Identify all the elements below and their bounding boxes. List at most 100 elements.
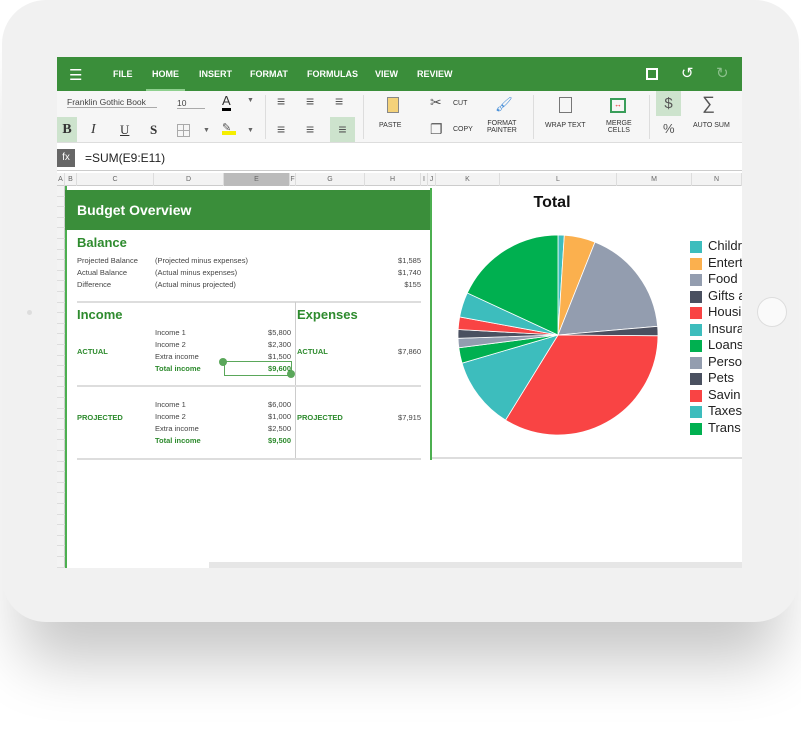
legend-label[interactable]: Pets (708, 370, 734, 385)
tab-formulas[interactable]: FORMULAS (307, 57, 358, 91)
row-header[interactable] (57, 207, 65, 218)
align-top-icon[interactable]: ≡ (277, 121, 285, 137)
wrap-text-icon[interactable] (559, 97, 572, 113)
paste-icon[interactable] (387, 97, 399, 113)
menu-icon[interactable]: ☰ (69, 66, 82, 84)
home-button[interactable] (757, 297, 787, 327)
row-header[interactable] (57, 281, 65, 292)
row-header[interactable] (57, 345, 65, 356)
column-header-d[interactable]: D (154, 173, 224, 186)
legend-label[interactable]: Taxes (708, 403, 742, 418)
align-center-icon[interactable]: ≡ (306, 93, 314, 109)
expenses-projected-value[interactable]: $7,915 (377, 413, 421, 422)
strikethrough-button[interactable]: S (150, 122, 157, 138)
merge-cells-button[interactable]: MERGE CELLS (606, 120, 632, 134)
legend-label[interactable]: Housi (708, 304, 741, 319)
column-header-k[interactable]: K (436, 173, 500, 186)
italic-button[interactable]: I (91, 122, 96, 138)
underline-button[interactable]: U (120, 122, 129, 138)
row-header[interactable] (57, 430, 65, 441)
legend-label[interactable]: Trans (708, 420, 741, 435)
row-header[interactable] (57, 387, 65, 398)
column-header-a[interactable]: A (57, 173, 65, 186)
bold-button[interactable]: B (57, 117, 77, 142)
legend-label[interactable]: Loans (708, 337, 742, 352)
legend-label[interactable]: Gifts a (708, 288, 742, 303)
legend-label[interactable]: Insura (708, 321, 742, 336)
row-header[interactable] (57, 303, 65, 314)
row-header[interactable] (57, 546, 65, 557)
save-icon[interactable] (646, 68, 658, 80)
row-header[interactable] (57, 197, 65, 208)
align-right-icon[interactable]: ≡ (335, 93, 343, 109)
income-item-value[interactable]: $2,500 (237, 424, 291, 433)
format-painter-button[interactable]: FORMAT PAINTER (487, 120, 517, 134)
selection-handle-start[interactable] (219, 358, 227, 366)
column-header-g[interactable]: G (296, 173, 365, 186)
column-header-b[interactable]: B (65, 173, 77, 186)
balance-value[interactable]: $155 (357, 280, 421, 289)
tab-file[interactable]: FILE (113, 57, 133, 91)
income-item-value[interactable]: $1,000 (237, 412, 291, 421)
income-item-value[interactable]: $2,300 (237, 340, 291, 349)
income-item-value[interactable]: $1,500 (237, 352, 291, 361)
row-header[interactable] (57, 462, 65, 473)
row-header[interactable] (57, 504, 65, 515)
row-header[interactable] (57, 324, 65, 335)
merge-cells-icon[interactable]: ↔ (610, 98, 626, 113)
row-header[interactable] (57, 536, 65, 547)
column-header-c[interactable]: C (77, 173, 154, 186)
paste-button[interactable]: PASTE (379, 122, 401, 129)
income-item-value[interactable]: $5,800 (237, 328, 291, 337)
row-header[interactable] (57, 334, 65, 345)
chevron-down-icon[interactable]: ▼ (247, 127, 254, 134)
row-header[interactable] (57, 313, 65, 324)
row-header[interactable] (57, 483, 65, 494)
align-bottom-icon[interactable]: ≡ (330, 117, 355, 142)
font-size-select[interactable]: 10 (177, 98, 205, 109)
cut-button[interactable]: CUT (453, 100, 467, 107)
currency-button[interactable]: $ (656, 91, 681, 116)
wrap-text-button[interactable]: WRAP TEXT (545, 122, 586, 129)
income-item-value[interactable]: $6,000 (237, 400, 291, 409)
highlight-icon[interactable]: ✎ (222, 121, 236, 135)
column-header-i[interactable]: I (421, 173, 428, 186)
tab-format[interactable]: FORMAT (250, 57, 288, 91)
percent-button[interactable]: % (663, 121, 675, 136)
column-header-m[interactable]: M (617, 173, 692, 186)
tab-insert[interactable]: INSERT (199, 57, 232, 91)
row-header[interactable] (57, 239, 65, 250)
balance-value[interactable]: $1,740 (357, 268, 421, 277)
row-header[interactable] (57, 440, 65, 451)
row-header[interactable] (57, 271, 65, 282)
row-header[interactable] (57, 525, 65, 536)
format-painter-icon[interactable]: 🖌 (495, 96, 513, 113)
tab-review[interactable]: REVIEW (417, 57, 453, 91)
row-header[interactable] (57, 356, 65, 367)
legend-label[interactable]: Food (708, 271, 738, 286)
row-header[interactable] (57, 292, 65, 303)
row-header[interactable] (57, 228, 65, 239)
row-header[interactable] (57, 557, 65, 568)
row-header[interactable] (57, 377, 65, 388)
total-income-value[interactable]: $9,500 (237, 436, 291, 445)
copy-button[interactable]: COPY (453, 126, 473, 133)
copy-icon[interactable]: ❐ (430, 121, 443, 138)
font-name-select[interactable]: Franklin Gothic Book (67, 97, 157, 108)
row-header[interactable] (57, 451, 65, 462)
horizontal-scrollbar[interactable] (209, 562, 742, 568)
column-header-l[interactable]: L (500, 173, 617, 186)
row-header[interactable] (57, 472, 65, 483)
legend-label[interactable]: Entert (708, 255, 742, 270)
column-header-n[interactable]: N (692, 173, 742, 186)
chevron-down-icon[interactable]: ▼ (247, 97, 254, 104)
align-left-icon[interactable]: ≡ (277, 93, 285, 109)
legend-label[interactable]: Perso (708, 354, 742, 369)
column-header-h[interactable]: H (365, 173, 421, 186)
row-header[interactable] (57, 409, 65, 420)
align-middle-icon[interactable]: ≡ (306, 121, 314, 137)
formula-input[interactable]: =SUM(E9:E11) (85, 151, 165, 165)
font-color-button[interactable]: A (222, 93, 231, 111)
row-header[interactable] (57, 218, 65, 229)
row-header[interactable] (57, 260, 65, 271)
